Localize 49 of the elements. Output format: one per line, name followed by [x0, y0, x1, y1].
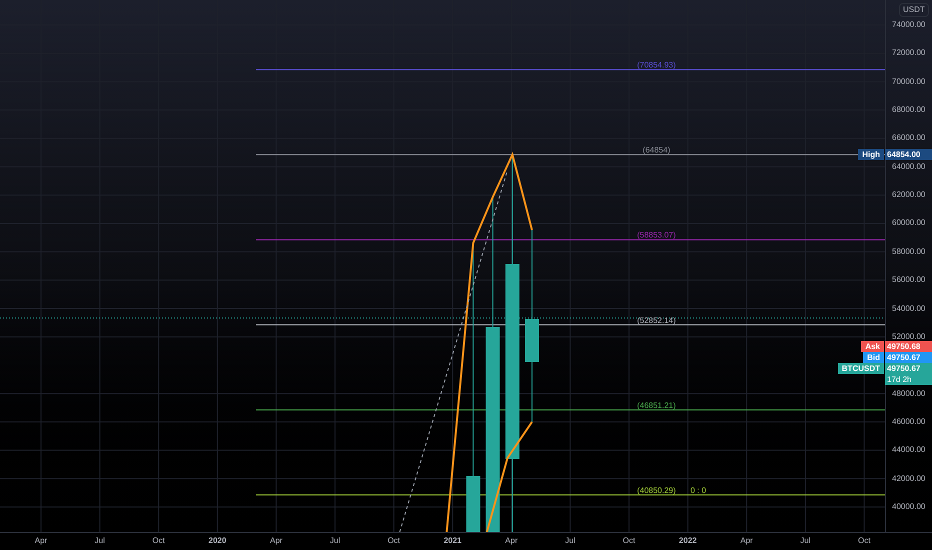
time-axis-label: 2021	[444, 536, 462, 546]
price-axis-label: 44000.00	[892, 445, 926, 456]
level-label: (58853.07)	[637, 230, 676, 240]
tag-label: Ask	[861, 341, 884, 352]
time-axis-label: Jul	[565, 536, 576, 546]
price-axis-label: 54000.00	[892, 304, 926, 314]
price-axis-label: 74000.00	[892, 20, 926, 30]
time-axis-label: Oct	[622, 536, 636, 546]
price-axis-label: 40000.00	[892, 502, 926, 512]
price-axis-label: 66000.00	[892, 133, 926, 144]
time-axis-label: Oct	[388, 536, 400, 546]
price-axis-label: 58000.00	[892, 246, 926, 257]
tag-label: BTCUSDT	[838, 363, 884, 374]
time-axis-label: Oct	[858, 536, 870, 546]
tag-label: High	[858, 149, 884, 160]
time-axis-label: Jul	[330, 536, 340, 546]
price-value: 49750.68	[887, 341, 922, 352]
level-ratio-label: 0 : 0	[690, 486, 706, 495]
currency-button[interactable]: USDT	[899, 3, 929, 17]
level-label: (70854.93)	[637, 60, 676, 70]
time-axis-label: 2022	[678, 536, 697, 546]
price-axis-label: 48000.00	[892, 388, 926, 399]
price-axis-label: 42000.00	[892, 474, 926, 484]
price-axis-label: 62000.00	[892, 190, 926, 200]
price-axis-label: 52000.00	[892, 332, 926, 342]
time-axis-label: Apr	[270, 536, 282, 546]
price-value: 49750.67	[887, 363, 922, 374]
time-axis-label: Apr	[740, 536, 753, 546]
level-label: (40850.29)	[637, 486, 676, 495]
price-axis-label: 56000.00	[892, 275, 926, 286]
price-axis-label: 60000.00	[892, 218, 926, 228]
price-axis-label: 72000.00	[892, 48, 926, 58]
price-axis-label: 46000.00	[892, 416, 926, 427]
price-value: 64854.00	[887, 149, 922, 160]
time-axis-label: Apr	[505, 536, 518, 546]
tag-label: Bid	[863, 352, 884, 364]
price-axis-label: 64000.00	[892, 162, 926, 172]
level-label: (52852.14)	[637, 316, 676, 325]
price-axis-label: 70000.00	[892, 76, 926, 87]
level-label: (46851.21)	[637, 400, 676, 410]
level-label: (64854)	[642, 146, 670, 155]
time-axis-label: Apr	[34, 536, 48, 546]
price-axis-label: 68000.00	[892, 105, 926, 116]
price-value: 49750.67	[887, 352, 922, 364]
countdown-text: 17d 2h	[887, 374, 912, 386]
time-axis-label: Oct	[152, 536, 165, 546]
time-axis-label: 2020	[208, 536, 226, 546]
time-axis-label: Jul	[94, 536, 105, 546]
time-axis-label: Jul	[800, 536, 811, 546]
